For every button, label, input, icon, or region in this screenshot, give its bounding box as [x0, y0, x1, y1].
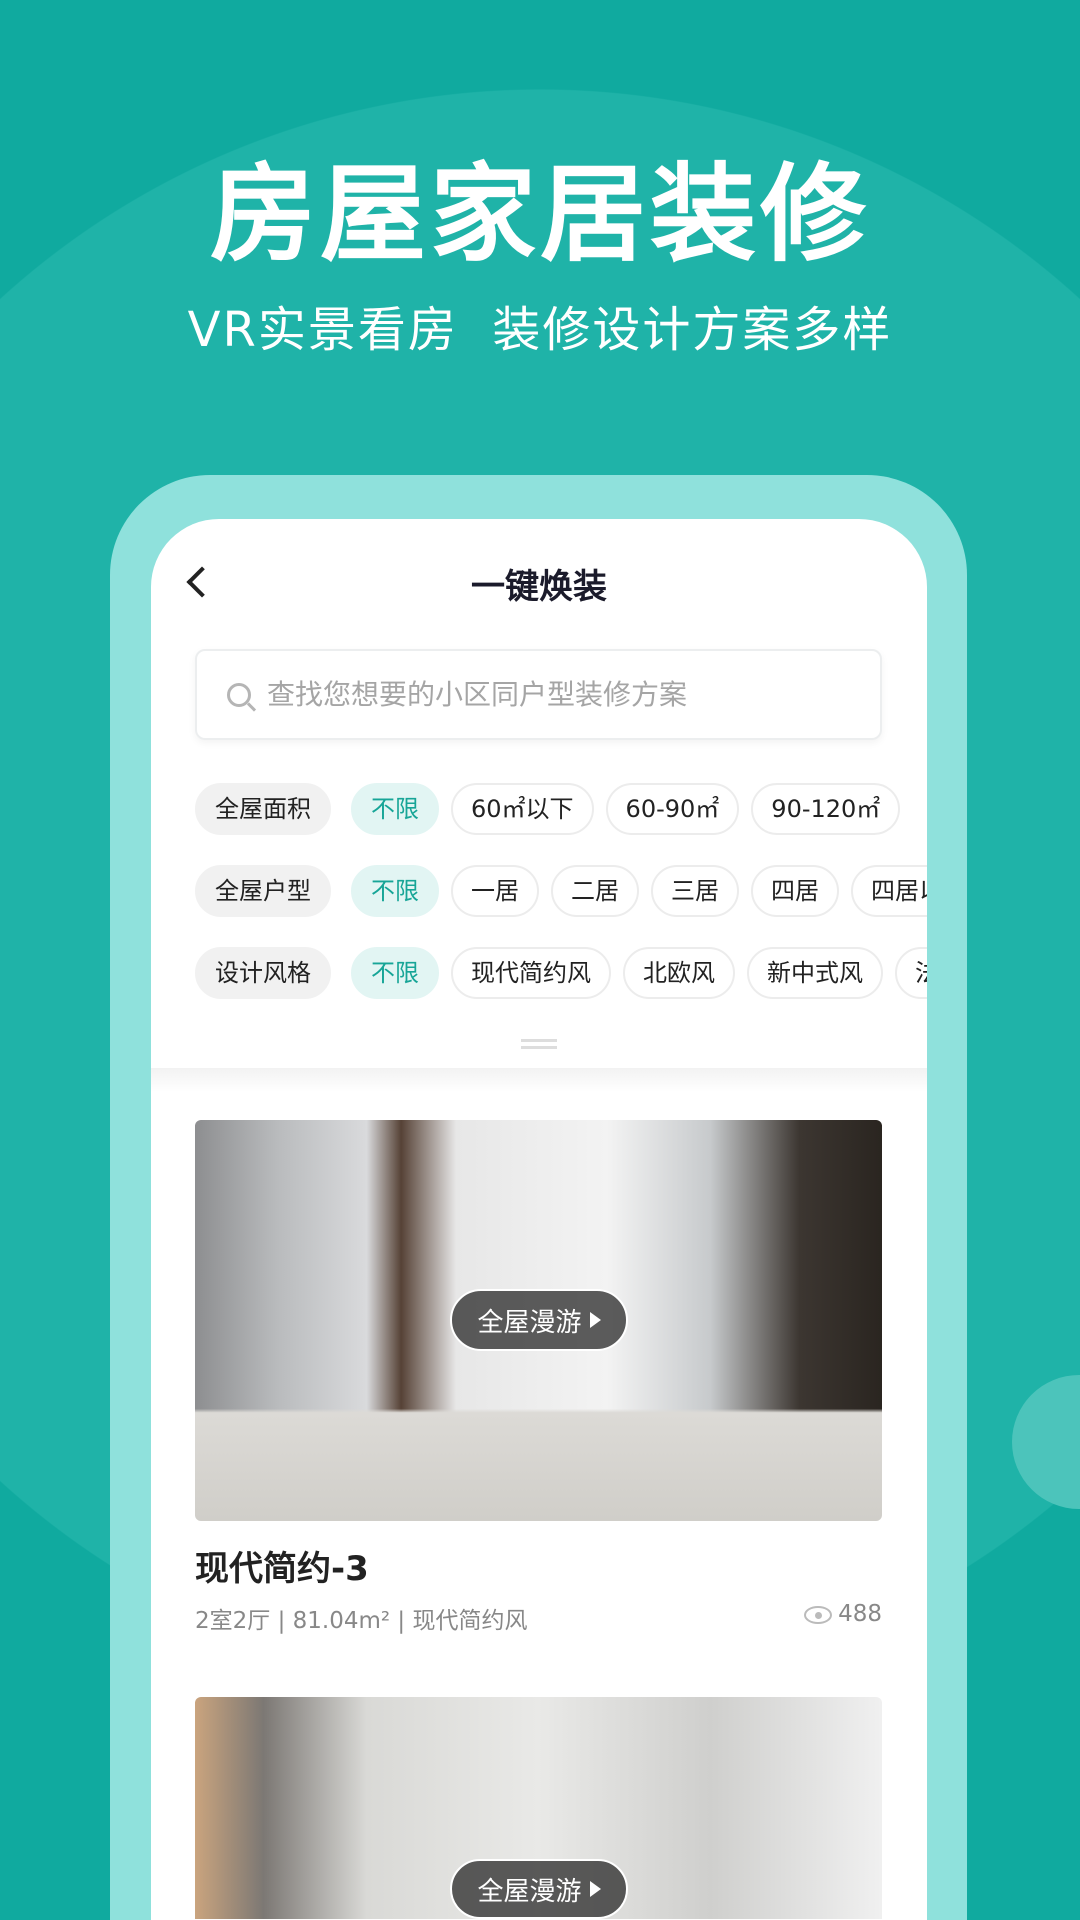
filter-row[interactable]: 全屋面积 不限 60㎡以下 60-90㎡ 90-120㎡: [195, 783, 927, 839]
filter-chip[interactable]: 四居以上: [851, 865, 927, 917]
tour-button[interactable]: 全屋漫游: [450, 1289, 628, 1351]
filter-chip[interactable]: 三居: [651, 865, 739, 917]
filter-chip[interactable]: 法式风: [895, 947, 927, 999]
play-icon: [589, 1312, 601, 1328]
filter-row[interactable]: 全屋户型不限一居二居三居四居四居以上: [195, 865, 927, 921]
filter-chip[interactable]: 90-120㎡: [751, 783, 901, 835]
filter-row[interactable]: 设计风格不限现代简约风北欧风新中式风法式风: [195, 947, 927, 1003]
card-title[interactable]: 现代简约-3: [195, 1541, 369, 1590]
filter-label: 全屋面积: [195, 783, 331, 835]
filter-chip[interactable]: 不限: [351, 947, 439, 999]
filter-chip[interactable]: 四居: [751, 865, 839, 917]
filter-label: 设计风格: [195, 947, 331, 999]
search-box[interactable]: [195, 649, 882, 740]
views-value: 488: [838, 1601, 882, 1627]
play-icon: [589, 1881, 601, 1897]
filter-label: 全屋户型: [195, 865, 331, 917]
card-meta: 2室2厅 | 81.04m² | 现代简约风 488: [195, 1601, 882, 1635]
search-input[interactable]: [267, 678, 827, 711]
subheadline: VR实景看房 装修设计方案多样: [187, 302, 893, 358]
headline: 房屋家居装修: [210, 153, 870, 276]
filter-chip[interactable]: 北欧风: [623, 947, 735, 999]
filter-chip[interactable]: 不限: [351, 783, 439, 835]
view-count: 488: [804, 1601, 882, 1635]
tour-button[interactable]: 全屋漫游: [450, 1859, 628, 1919]
filter-chip[interactable]: 二居: [551, 865, 639, 917]
filter-chip[interactable]: 一居: [451, 865, 539, 917]
search-icon: [227, 682, 251, 707]
filter-chip[interactable]: 60㎡以下: [451, 783, 594, 835]
card-image[interactable]: 全屋漫游: [195, 1120, 882, 1521]
tour-label: 全屋漫游: [477, 1876, 582, 1907]
filter-chip[interactable]: 现代简约风: [451, 947, 611, 999]
card-image[interactable]: 全屋漫游: [195, 1697, 882, 1919]
divider: [151, 1068, 927, 1092]
tour-label: 全屋漫游: [477, 1307, 582, 1338]
card-details: 2室2厅 | 81.04m² | 现代简约风: [195, 1608, 528, 1634]
filter-chip[interactable]: 新中式风: [747, 947, 883, 999]
filter-chip[interactable]: 不限: [351, 865, 439, 917]
eye-icon: [804, 1605, 833, 1624]
page-title: 一键焕装: [471, 567, 607, 607]
decorative-circle: [1012, 1375, 1080, 1509]
phone-screen: 一键焕装 全屋面积不限60㎡以下60-90㎡90-120㎡全屋户型不限一居二居三…: [151, 519, 927, 1920]
filter-chip[interactable]: 60-90㎡: [605, 783, 740, 835]
header: 一键焕装: [151, 559, 927, 619]
drag-handle[interactable]: [521, 1039, 557, 1049]
